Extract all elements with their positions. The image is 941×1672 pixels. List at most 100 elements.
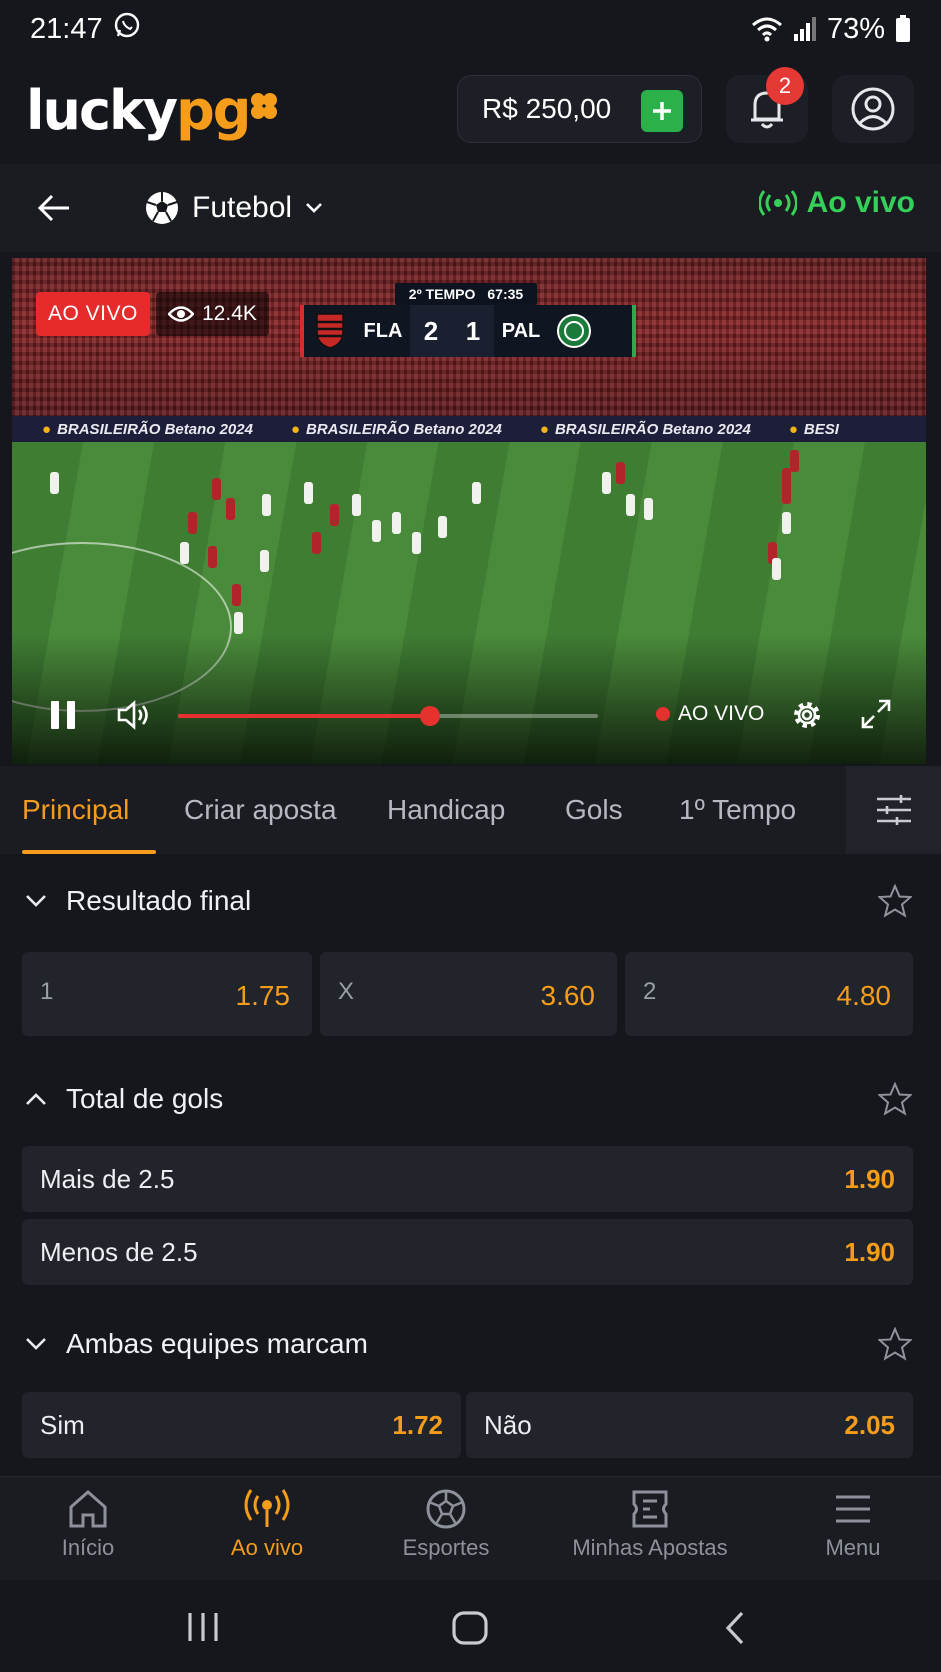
home-circle-icon[interactable] bbox=[450, 1610, 490, 1651]
video-adboard: BRASILEIRÃO Betano 2024 BRASILEIRÃO Beta… bbox=[12, 416, 926, 442]
soccer-ball-icon bbox=[146, 192, 178, 224]
ticket-icon bbox=[632, 1490, 668, 1528]
app-header: lucky pg R$ 250,00 2 bbox=[0, 58, 941, 164]
market-tabs: Principal Criar aposta Handicap Gols 1º … bbox=[0, 766, 941, 854]
gear-icon[interactable] bbox=[790, 698, 824, 732]
nav-menu[interactable]: Menu bbox=[808, 1477, 898, 1581]
balance-display[interactable]: R$ 250,00 bbox=[457, 75, 702, 143]
odd-row-over[interactable]: Mais de 2.5 1.90 bbox=[22, 1146, 913, 1212]
notification-badge: 2 bbox=[766, 67, 804, 105]
live-indicator[interactable]: Ao vivo bbox=[758, 186, 915, 220]
viewer-count: 12.4K bbox=[156, 292, 269, 336]
fullscreen-icon[interactable] bbox=[860, 698, 892, 730]
arrow-left-icon bbox=[37, 194, 69, 222]
live-control-label: AO VIVO bbox=[678, 702, 765, 725]
scoreboard: FLA 2 1 PAL bbox=[300, 305, 636, 357]
odd-label: 2 bbox=[643, 978, 657, 1005]
filter-sliders-icon bbox=[876, 795, 911, 825]
odd-value: 4.80 bbox=[836, 980, 892, 1011]
star-icon[interactable] bbox=[878, 884, 912, 918]
odd-button-draw[interactable]: X 3.60 bbox=[320, 952, 617, 1036]
nav-esportes[interactable]: Esportes bbox=[390, 1477, 502, 1581]
market-title-resultado: Resultado final bbox=[66, 885, 252, 916]
recents-icon[interactable] bbox=[185, 1610, 221, 1649]
nav-label: Menu bbox=[825, 1535, 881, 1560]
broadcast-icon bbox=[244, 1489, 290, 1527]
plus-icon bbox=[653, 102, 671, 120]
battery-icon bbox=[895, 15, 911, 43]
home-score: 2 bbox=[410, 305, 452, 357]
odd-label: Sim bbox=[40, 1410, 85, 1440]
odd-button-sim[interactable]: Sim 1.72 bbox=[22, 1392, 461, 1458]
tab-principal[interactable]: Principal bbox=[22, 766, 129, 854]
odd-label: Mais de 2.5 bbox=[40, 1164, 175, 1194]
sport-subnav: Futebol Ao vivo bbox=[0, 164, 941, 252]
nav-minhas-apostas[interactable]: Minhas Apostas bbox=[560, 1477, 740, 1581]
video-progress-bar[interactable] bbox=[178, 706, 598, 726]
sport-label: Futebol bbox=[192, 191, 293, 224]
nav-inicio[interactable]: Início bbox=[40, 1477, 136, 1581]
chevron-down-icon bbox=[306, 203, 322, 213]
home-icon bbox=[69, 1489, 107, 1528]
eye-icon bbox=[168, 306, 194, 322]
video-controls: AO VIVO bbox=[12, 674, 926, 764]
notifications-button[interactable]: 2 bbox=[726, 67, 808, 143]
filter-button[interactable] bbox=[846, 766, 941, 854]
profile-button[interactable] bbox=[832, 75, 914, 143]
logo-accent-text: pg bbox=[176, 79, 251, 142]
bottom-nav: Início Ao vivo Esportes Minhas Apostas M… bbox=[0, 1476, 941, 1580]
away-crest-icon bbox=[556, 311, 592, 351]
volume-icon[interactable] bbox=[116, 698, 152, 732]
nav-label: Ao vivo bbox=[230, 1535, 304, 1560]
back-button[interactable] bbox=[34, 188, 74, 228]
market-header-total-gols[interactable]: Total de gols bbox=[0, 1069, 941, 1129]
odd-value: 3.60 bbox=[540, 980, 596, 1011]
live-video-player[interactable]: BRASILEIRÃO Betano 2024 BRASILEIRÃO Beta… bbox=[12, 258, 926, 764]
soccer-ball-icon bbox=[426, 1489, 466, 1529]
home-crest-icon bbox=[312, 311, 348, 351]
tab-criar-aposta[interactable]: Criar aposta bbox=[184, 766, 337, 854]
market-title-total: Total de gols bbox=[66, 1083, 224, 1114]
tab-primeiro-tempo[interactable]: 1º Tempo bbox=[679, 766, 796, 854]
odd-label: Não bbox=[484, 1410, 532, 1440]
match-clock: 2º TEMPO 67:35 bbox=[395, 283, 537, 305]
star-icon[interactable] bbox=[878, 1082, 912, 1116]
logo[interactable]: lucky pg bbox=[26, 84, 281, 138]
star-icon[interactable] bbox=[878, 1327, 912, 1361]
sport-selector[interactable]: Futebol bbox=[144, 184, 324, 232]
odd-button-away[interactable]: 2 4.80 bbox=[625, 952, 913, 1036]
broadcast-icon bbox=[758, 190, 797, 216]
market-header-ambas[interactable]: Ambas equipes marcam bbox=[0, 1314, 941, 1374]
pause-icon[interactable] bbox=[48, 698, 78, 732]
live-badge: AO VIVO bbox=[36, 292, 150, 336]
back-chevron-icon[interactable] bbox=[722, 1610, 748, 1651]
away-team: PAL bbox=[501, 319, 541, 342]
nav-ao-vivo[interactable]: Ao vivo bbox=[212, 1477, 322, 1581]
balance-amount: R$ 250,00 bbox=[482, 93, 612, 124]
market-header-resultado[interactable]: Resultado final bbox=[0, 871, 941, 931]
tab-gols[interactable]: Gols bbox=[565, 766, 623, 854]
live-control[interactable]: AO VIVO bbox=[656, 702, 764, 726]
match-period: 2º TEMPO bbox=[408, 286, 476, 302]
match-time: 67:35 bbox=[487, 286, 524, 302]
tab-handicap[interactable]: Handicap bbox=[387, 766, 505, 854]
away-score: 1 bbox=[452, 305, 494, 357]
progress-handle[interactable] bbox=[420, 706, 440, 726]
market-title-ambas: Ambas equipes marcam bbox=[66, 1328, 368, 1359]
whatsapp-icon bbox=[113, 11, 141, 47]
odd-row-under[interactable]: Menos de 2.5 1.90 bbox=[22, 1219, 913, 1285]
odd-value: 1.90 bbox=[844, 1237, 895, 1267]
signal-icon bbox=[793, 16, 817, 42]
wifi-icon bbox=[751, 16, 783, 42]
deposit-button[interactable] bbox=[641, 90, 683, 132]
odd-button-nao[interactable]: Não 2.05 bbox=[466, 1392, 913, 1458]
chevron-down-icon bbox=[26, 895, 46, 907]
odd-label: Menos de 2.5 bbox=[40, 1237, 198, 1267]
odd-value: 1.90 bbox=[844, 1164, 895, 1194]
nav-label: Minhas Apostas bbox=[572, 1535, 728, 1560]
tab-active-indicator bbox=[22, 850, 156, 854]
odd-value: 1.72 bbox=[392, 1410, 443, 1440]
chevron-down-icon bbox=[26, 1338, 46, 1350]
odd-button-home[interactable]: 1 1.75 bbox=[22, 952, 312, 1036]
odd-value: 2.05 bbox=[844, 1410, 895, 1440]
